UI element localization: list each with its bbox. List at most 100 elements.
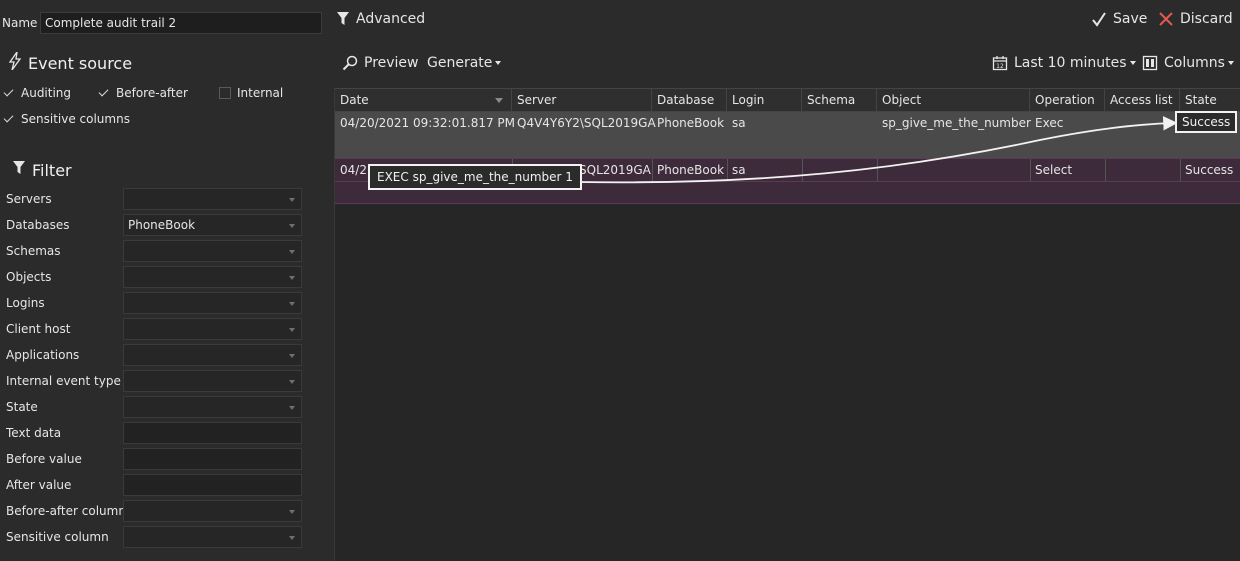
table-row[interactable]: 04/20/2021 09:32:01.817 PM Q4V4Y6Y2\SQL2… [335, 112, 1240, 158]
save-label: Save [1113, 11, 1148, 27]
filter-row-label: Applications [6, 348, 80, 362]
filter-servers-combo[interactable] [123, 188, 302, 210]
generate-label: Generate [427, 55, 493, 71]
filter-row-label: Internal event type [6, 374, 121, 388]
filter-title: Filter [12, 160, 72, 180]
preview-button[interactable]: Preview [342, 55, 419, 71]
column-header-date[interactable]: Date [335, 89, 512, 112]
cell-operation: Exec [1035, 116, 1064, 130]
preview-label: Preview [364, 55, 419, 71]
checkbox-label: Before-after [116, 86, 188, 100]
cell-divider [802, 159, 803, 181]
cell-divider [1105, 159, 1106, 181]
advanced-label: Advanced [356, 11, 426, 27]
filter-objects: Objects [6, 266, 302, 288]
columns-dropdown[interactable]: Columns [1142, 55, 1234, 71]
discard-button[interactable]: Discard [1158, 11, 1233, 27]
filter-databases-combo[interactable]: PhoneBook [123, 214, 302, 236]
checkbox-before-after[interactable]: Before-after [98, 86, 188, 100]
filter-client-host: Client host [6, 318, 302, 340]
filter-row-label: Logins [6, 296, 45, 310]
filter-logins-combo[interactable] [123, 292, 302, 314]
column-header-operation[interactable]: Operation [1030, 89, 1105, 112]
filter-row-label: Before-after column [6, 504, 126, 518]
event-source-title: Event source [8, 51, 133, 74]
filter-after-value-input[interactable] [123, 474, 302, 496]
checkbox-box[interactable] [98, 87, 110, 99]
filter-before-after-column-combo[interactable] [123, 500, 302, 522]
column-header-schema[interactable]: Schema [802, 89, 877, 112]
cell-database: PhoneBook [657, 163, 725, 177]
filter-applications-combo[interactable] [123, 344, 302, 366]
cell-login: sa [732, 163, 746, 177]
columns-label: Columns [1164, 55, 1225, 71]
checkbox-internal[interactable]: Internal [219, 86, 283, 100]
checkbox-box[interactable] [3, 113, 15, 125]
discard-label: Discard [1180, 11, 1233, 27]
filter-before-after-column: Before-after column [6, 500, 302, 522]
filter-row-label: State [6, 400, 38, 414]
filter-internal-event-type-combo[interactable] [123, 370, 302, 392]
filter-row-label: Text data [6, 426, 62, 440]
filter-state-combo[interactable] [123, 396, 302, 418]
filter-state: State [6, 396, 302, 418]
filter-icon [336, 11, 350, 27]
chevron-down-icon [1227, 61, 1234, 65]
name-input[interactable] [40, 12, 322, 34]
filter-schemas: Schemas [6, 240, 302, 262]
checkbox-box[interactable] [219, 87, 231, 99]
filter-servers: Servers [6, 188, 302, 210]
generate-button[interactable]: Generate [427, 55, 502, 71]
column-header-database[interactable]: Database [652, 89, 727, 112]
columns-icon [1142, 55, 1158, 71]
state-success-callout: Success [1175, 111, 1238, 133]
checkbox-label: Auditing [21, 86, 72, 100]
filter-sensitive-column: Sensitive column [6, 526, 302, 548]
filter-schemas-combo[interactable] [123, 240, 302, 262]
sort-desc-icon [495, 98, 503, 103]
column-header-server[interactable]: Server [512, 89, 652, 112]
filter-label: Filter [32, 160, 72, 180]
column-header-object[interactable]: Object [877, 89, 1030, 112]
cell-login: sa [732, 116, 746, 130]
name-label: Name [2, 16, 38, 30]
time-range-label: Last 10 minutes [1014, 55, 1127, 71]
event-source-label: Event source [28, 53, 133, 73]
cell-date: 04/20/2021 09:32:01.817 PM [340, 116, 515, 130]
cell-server: \SQL2019GA [575, 163, 651, 177]
filter-logins: Logins [6, 292, 302, 314]
filter-before-value-input[interactable] [123, 448, 302, 470]
row-divider [335, 203, 1240, 204]
filter-objects-combo[interactable] [123, 266, 302, 288]
cell-date: 04/2 [340, 163, 367, 177]
filter-databases: Databases PhoneBook [6, 214, 302, 236]
filter-client-host-combo[interactable] [123, 318, 302, 340]
filter-row-label: After value [6, 478, 72, 492]
filter-row-label: Databases [6, 218, 70, 232]
left-panel: Name Event source Auditing Before-after … [0, 0, 334, 561]
filter-row-label: Objects [6, 270, 52, 284]
checkbox-sensitive-columns[interactable]: Sensitive columns [3, 112, 130, 126]
column-header-access-list[interactable]: Access list [1105, 89, 1180, 112]
cell-divider [877, 159, 878, 181]
chevron-down-icon [1129, 61, 1136, 65]
column-header-login[interactable]: Login [727, 89, 802, 112]
checkbox-auditing[interactable]: Auditing [3, 86, 71, 100]
filter-after-value: After value [6, 474, 302, 496]
filter-applications: Applications [6, 344, 302, 366]
calendar-icon: 12 [992, 55, 1008, 71]
filter-sensitive-column-combo[interactable] [123, 526, 302, 548]
filter-internal-event-type: Internal event type [6, 370, 302, 392]
svg-text:12: 12 [996, 63, 1004, 70]
events-grid: Date Server Database Login Schema Object… [334, 88, 1240, 561]
save-button[interactable]: Save [1091, 11, 1147, 27]
filter-text-data-input[interactable] [123, 422, 302, 444]
checkmark-icon [1091, 11, 1107, 27]
checkbox-label: Internal [237, 86, 284, 100]
time-range-dropdown[interactable]: 12 Last 10 minutes [992, 55, 1136, 71]
column-header-state[interactable]: State [1180, 89, 1240, 112]
filter-icon [12, 160, 26, 180]
advanced-button[interactable]: Advanced [336, 11, 425, 27]
filter-row-label: Schemas [6, 244, 61, 258]
checkbox-box[interactable] [3, 87, 15, 99]
